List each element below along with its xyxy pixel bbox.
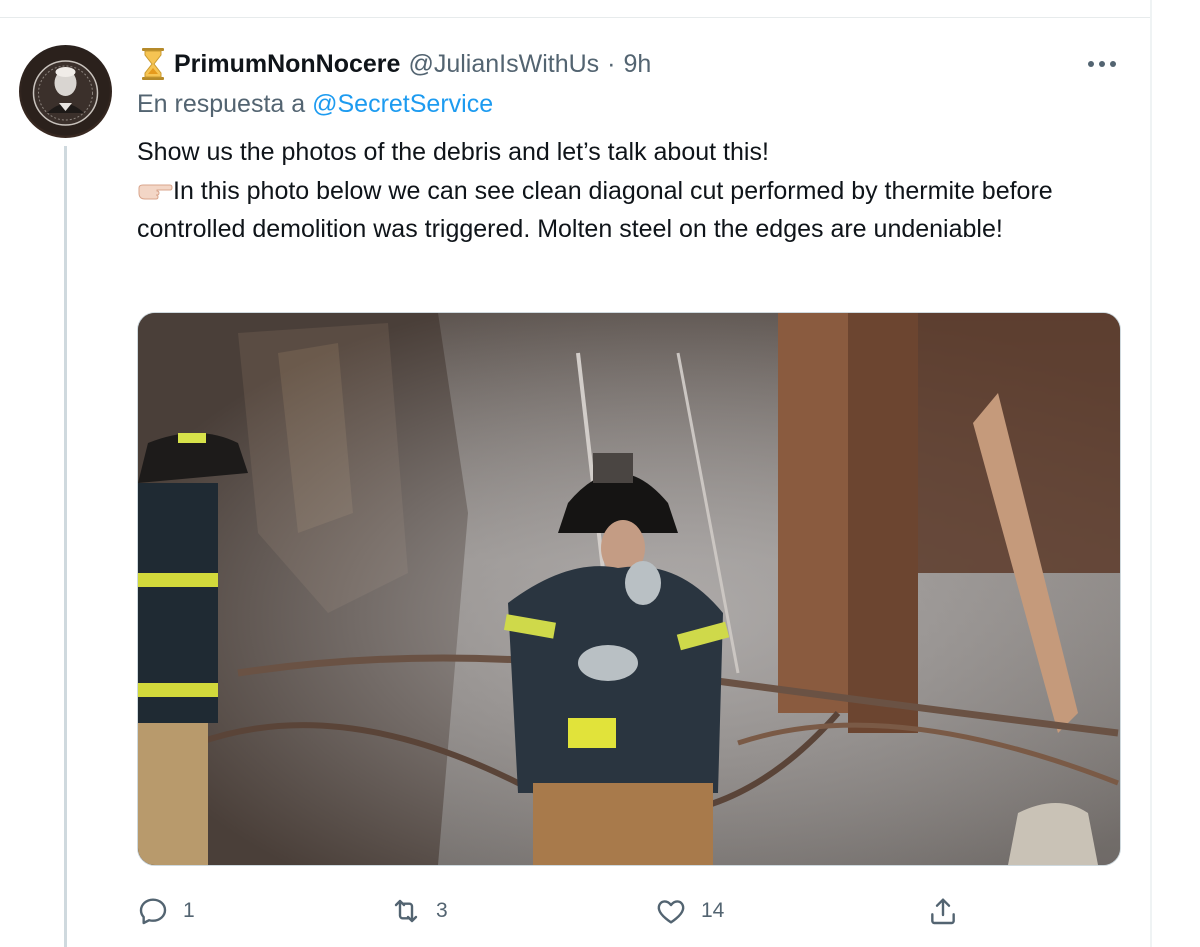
tweet-header: PrimumNonNocere @JulianIsWithUs · 9h (140, 46, 651, 82)
tweet-text-line2: In this photo below we can see clean dia… (137, 176, 1053, 244)
reply-mention-link[interactable]: @SecretService (312, 90, 493, 118)
separator-dot: · (607, 49, 616, 78)
tweet-actions: 1 3 14 (137, 888, 1127, 934)
like-count: 14 (701, 899, 725, 922)
column-border (1150, 0, 1152, 947)
hourglass-icon (140, 47, 166, 81)
tweet-text: Show us the photos of the debris and let… (137, 133, 1127, 249)
reply-button[interactable]: 1 (137, 895, 195, 927)
user-handle[interactable]: @JulianIsWithUs (408, 50, 599, 79)
pointing-finger-icon (137, 175, 173, 199)
like-button[interactable]: 14 (655, 895, 724, 927)
tweet-text-line1: Show us the photos of the debris and let… (137, 138, 769, 166)
photo-image (138, 313, 1120, 865)
thread-line (64, 146, 67, 947)
heart-icon (657, 900, 685, 924)
retweet-count: 3 (436, 899, 448, 922)
more-icon (1088, 61, 1116, 67)
avatar[interactable] (19, 45, 112, 138)
tweet-photo[interactable] (137, 312, 1121, 866)
share-icon (931, 898, 955, 925)
more-options-button[interactable] (1082, 52, 1122, 76)
reply-context: En respuesta a @SecretService (137, 90, 493, 119)
retweet-button[interactable]: 3 (390, 895, 448, 927)
tweet-text-paragraph2: In this photo below we can see clean dia… (137, 172, 1127, 249)
reply-icon (139, 898, 167, 925)
retweet-icon (394, 899, 418, 923)
top-divider (0, 17, 1150, 18)
reply-count: 1 (183, 899, 195, 922)
display-name[interactable]: PrimumNonNocere (174, 50, 400, 79)
timestamp[interactable]: 9h (623, 50, 651, 79)
share-button[interactable] (927, 895, 959, 927)
reply-prefix: En respuesta a (137, 90, 306, 118)
